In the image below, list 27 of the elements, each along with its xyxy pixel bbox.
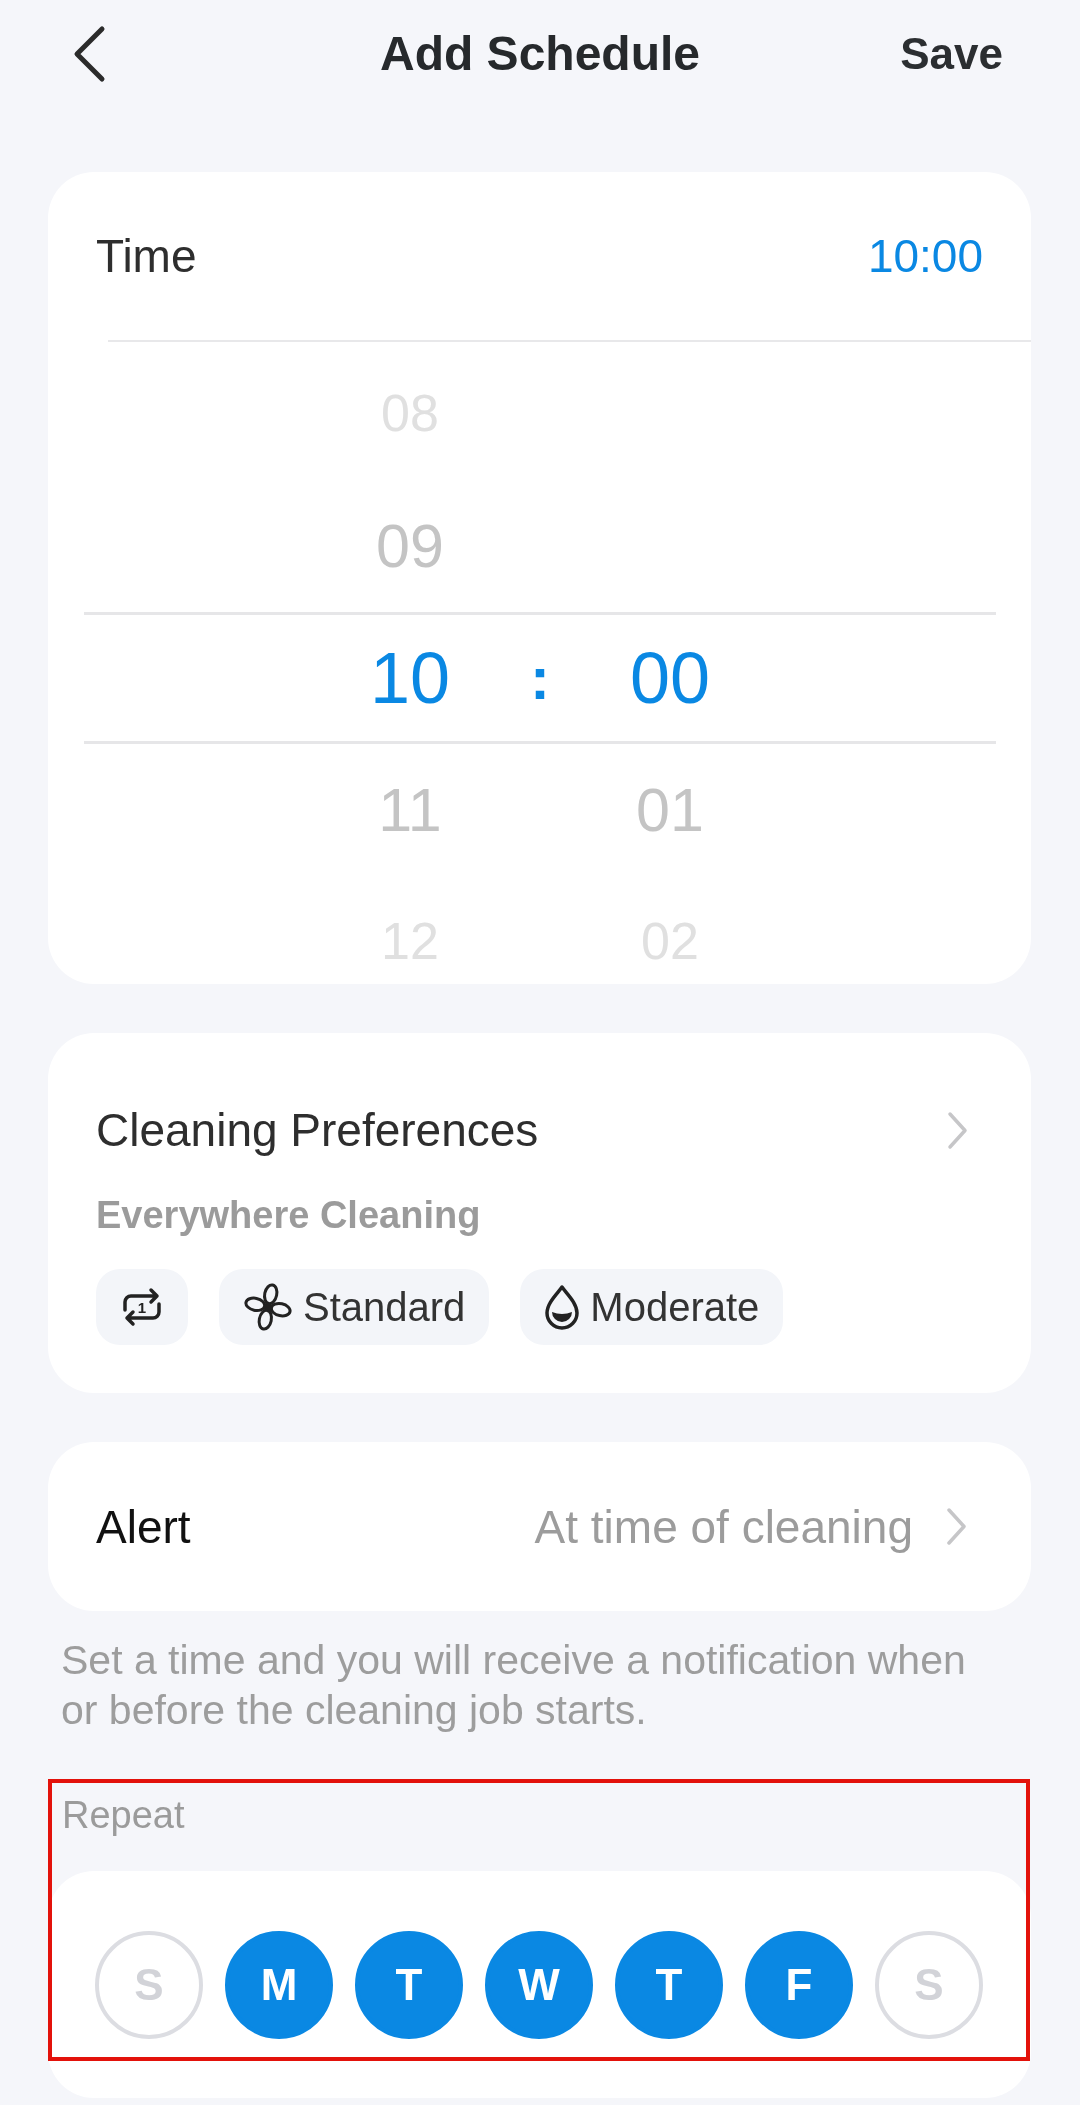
chevron-right-icon — [946, 1507, 967, 1546]
time-separator: : — [530, 643, 550, 713]
cleaning-mode: Everywhere Cleaning — [96, 1193, 482, 1238]
day-toggle[interactable]: T — [615, 1931, 723, 2039]
alert-value: At time of cleaning — [534, 1499, 913, 1555]
chevron-right-icon — [947, 1110, 968, 1150]
alert-label: Alert — [96, 1499, 191, 1555]
alert-card[interactable]: Alert At time of cleaning — [48, 1442, 1031, 1611]
chip-label: Standard — [303, 1284, 466, 1331]
time-value: 10:00 — [867, 229, 983, 284]
back-icon — [72, 25, 106, 83]
hour-option[interactable]: 10 — [369, 636, 451, 720]
repeat-label: Repeat — [62, 1793, 186, 1838]
day-toggle[interactable]: M — [225, 1931, 333, 2039]
preferences-card[interactable]: Cleaning Preferences Everywhere Cleaning 1 Standard Moderate — [48, 1033, 1031, 1393]
fan-icon — [243, 1282, 293, 1332]
day-toggle[interactable]: F — [745, 1931, 853, 2039]
minute-option[interactable]: 00 — [629, 636, 711, 720]
water-drop-icon — [544, 1284, 581, 1330]
day-toggle[interactable]: T — [355, 1931, 463, 2039]
save-button[interactable]: Save — [892, 23, 1011, 85]
day-toggle[interactable]: W — [485, 1931, 593, 2039]
time-label: Time — [96, 229, 197, 284]
screen-title: Add Schedule — [379, 26, 700, 83]
preferences-title: Cleaning Preferences — [96, 1103, 539, 1158]
chip-label: Moderate — [590, 1284, 760, 1331]
hint-text: Set a time and you will receive a notification when or before the cleaning job starts. — [61, 1636, 967, 1735]
